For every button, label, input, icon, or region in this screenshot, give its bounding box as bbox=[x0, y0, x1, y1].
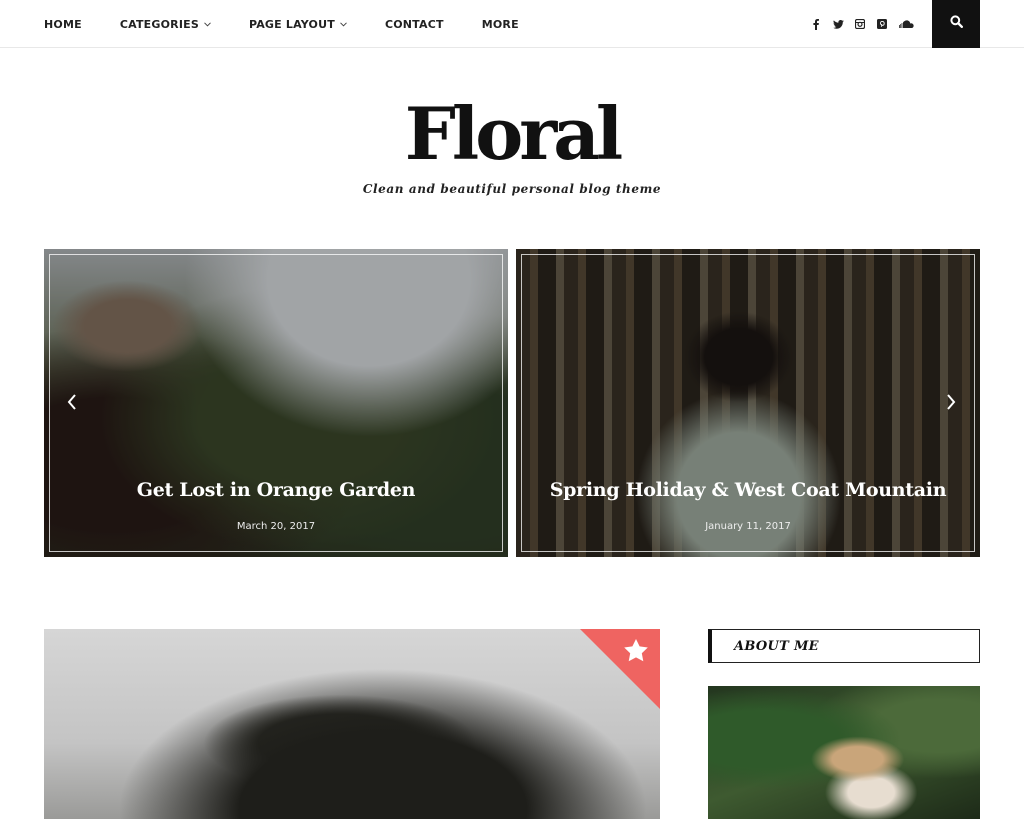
featured-post-image[interactable] bbox=[44, 629, 660, 819]
main-menu: HOME CATEGORIES PAGE LAYOUT CONTACT MORE bbox=[44, 0, 557, 48]
nav-contact-label: CONTACT bbox=[384, 17, 444, 31]
slide-title[interactable]: Get Lost in Orange Garden bbox=[44, 479, 508, 501]
nav-home-label: HOME bbox=[44, 17, 82, 31]
about-me-image bbox=[708, 686, 980, 819]
slider-prev-button[interactable] bbox=[62, 390, 82, 418]
search-button[interactable] bbox=[932, 0, 980, 48]
site-tagline: Clean and beautiful personal blog theme bbox=[362, 182, 662, 196]
nav-more-label: MORE bbox=[481, 17, 519, 31]
nav-contact[interactable]: CONTACT bbox=[385, 18, 444, 31]
top-navigation-bar: HOME CATEGORIES PAGE LAYOUT CONTACT MORE bbox=[0, 0, 1024, 48]
slider-next-button[interactable] bbox=[941, 390, 961, 418]
social-links bbox=[810, 0, 914, 48]
twitter-icon[interactable] bbox=[832, 18, 844, 30]
pinterest-icon[interactable] bbox=[876, 18, 888, 30]
slide-date: March 20, 2017 bbox=[236, 521, 316, 532]
chevron-down-icon bbox=[204, 20, 211, 29]
star-icon bbox=[624, 639, 648, 667]
site-logo[interactable]: Floral bbox=[0, 92, 1024, 176]
chevron-down-icon bbox=[340, 20, 347, 29]
nav-home[interactable]: HOME bbox=[44, 18, 82, 31]
slide-frame bbox=[49, 254, 503, 552]
nav-more[interactable]: MORE bbox=[482, 18, 519, 31]
featured-ribbon bbox=[580, 629, 660, 709]
slide-title[interactable]: Spring Holiday & West Coat Mountain bbox=[516, 479, 980, 501]
instagram-icon[interactable] bbox=[854, 18, 866, 30]
slider-item[interactable]: Spring Holiday & West Coat Mountain Janu… bbox=[516, 249, 980, 557]
nav-categories[interactable]: CATEGORIES bbox=[120, 18, 211, 31]
chevron-left-icon bbox=[67, 393, 77, 415]
slide-date: January 11, 2017 bbox=[705, 521, 791, 532]
about-me-widget-title: ABOUT ME bbox=[708, 629, 980, 663]
soundcloud-icon[interactable] bbox=[898, 18, 914, 30]
search-icon bbox=[949, 15, 963, 33]
chevron-right-icon bbox=[946, 393, 956, 415]
nav-page-layout[interactable]: PAGE LAYOUT bbox=[249, 18, 347, 31]
site-branding: Floral Clean and beautiful personal blog… bbox=[0, 92, 1024, 197]
slide-frame bbox=[521, 254, 975, 552]
nav-page-layout-label: PAGE LAYOUT bbox=[248, 17, 335, 31]
slider-item[interactable]: Get Lost in Orange Garden March 20, 2017 bbox=[44, 249, 508, 557]
facebook-icon[interactable] bbox=[810, 18, 822, 30]
nav-categories-label: CATEGORIES bbox=[119, 17, 199, 31]
